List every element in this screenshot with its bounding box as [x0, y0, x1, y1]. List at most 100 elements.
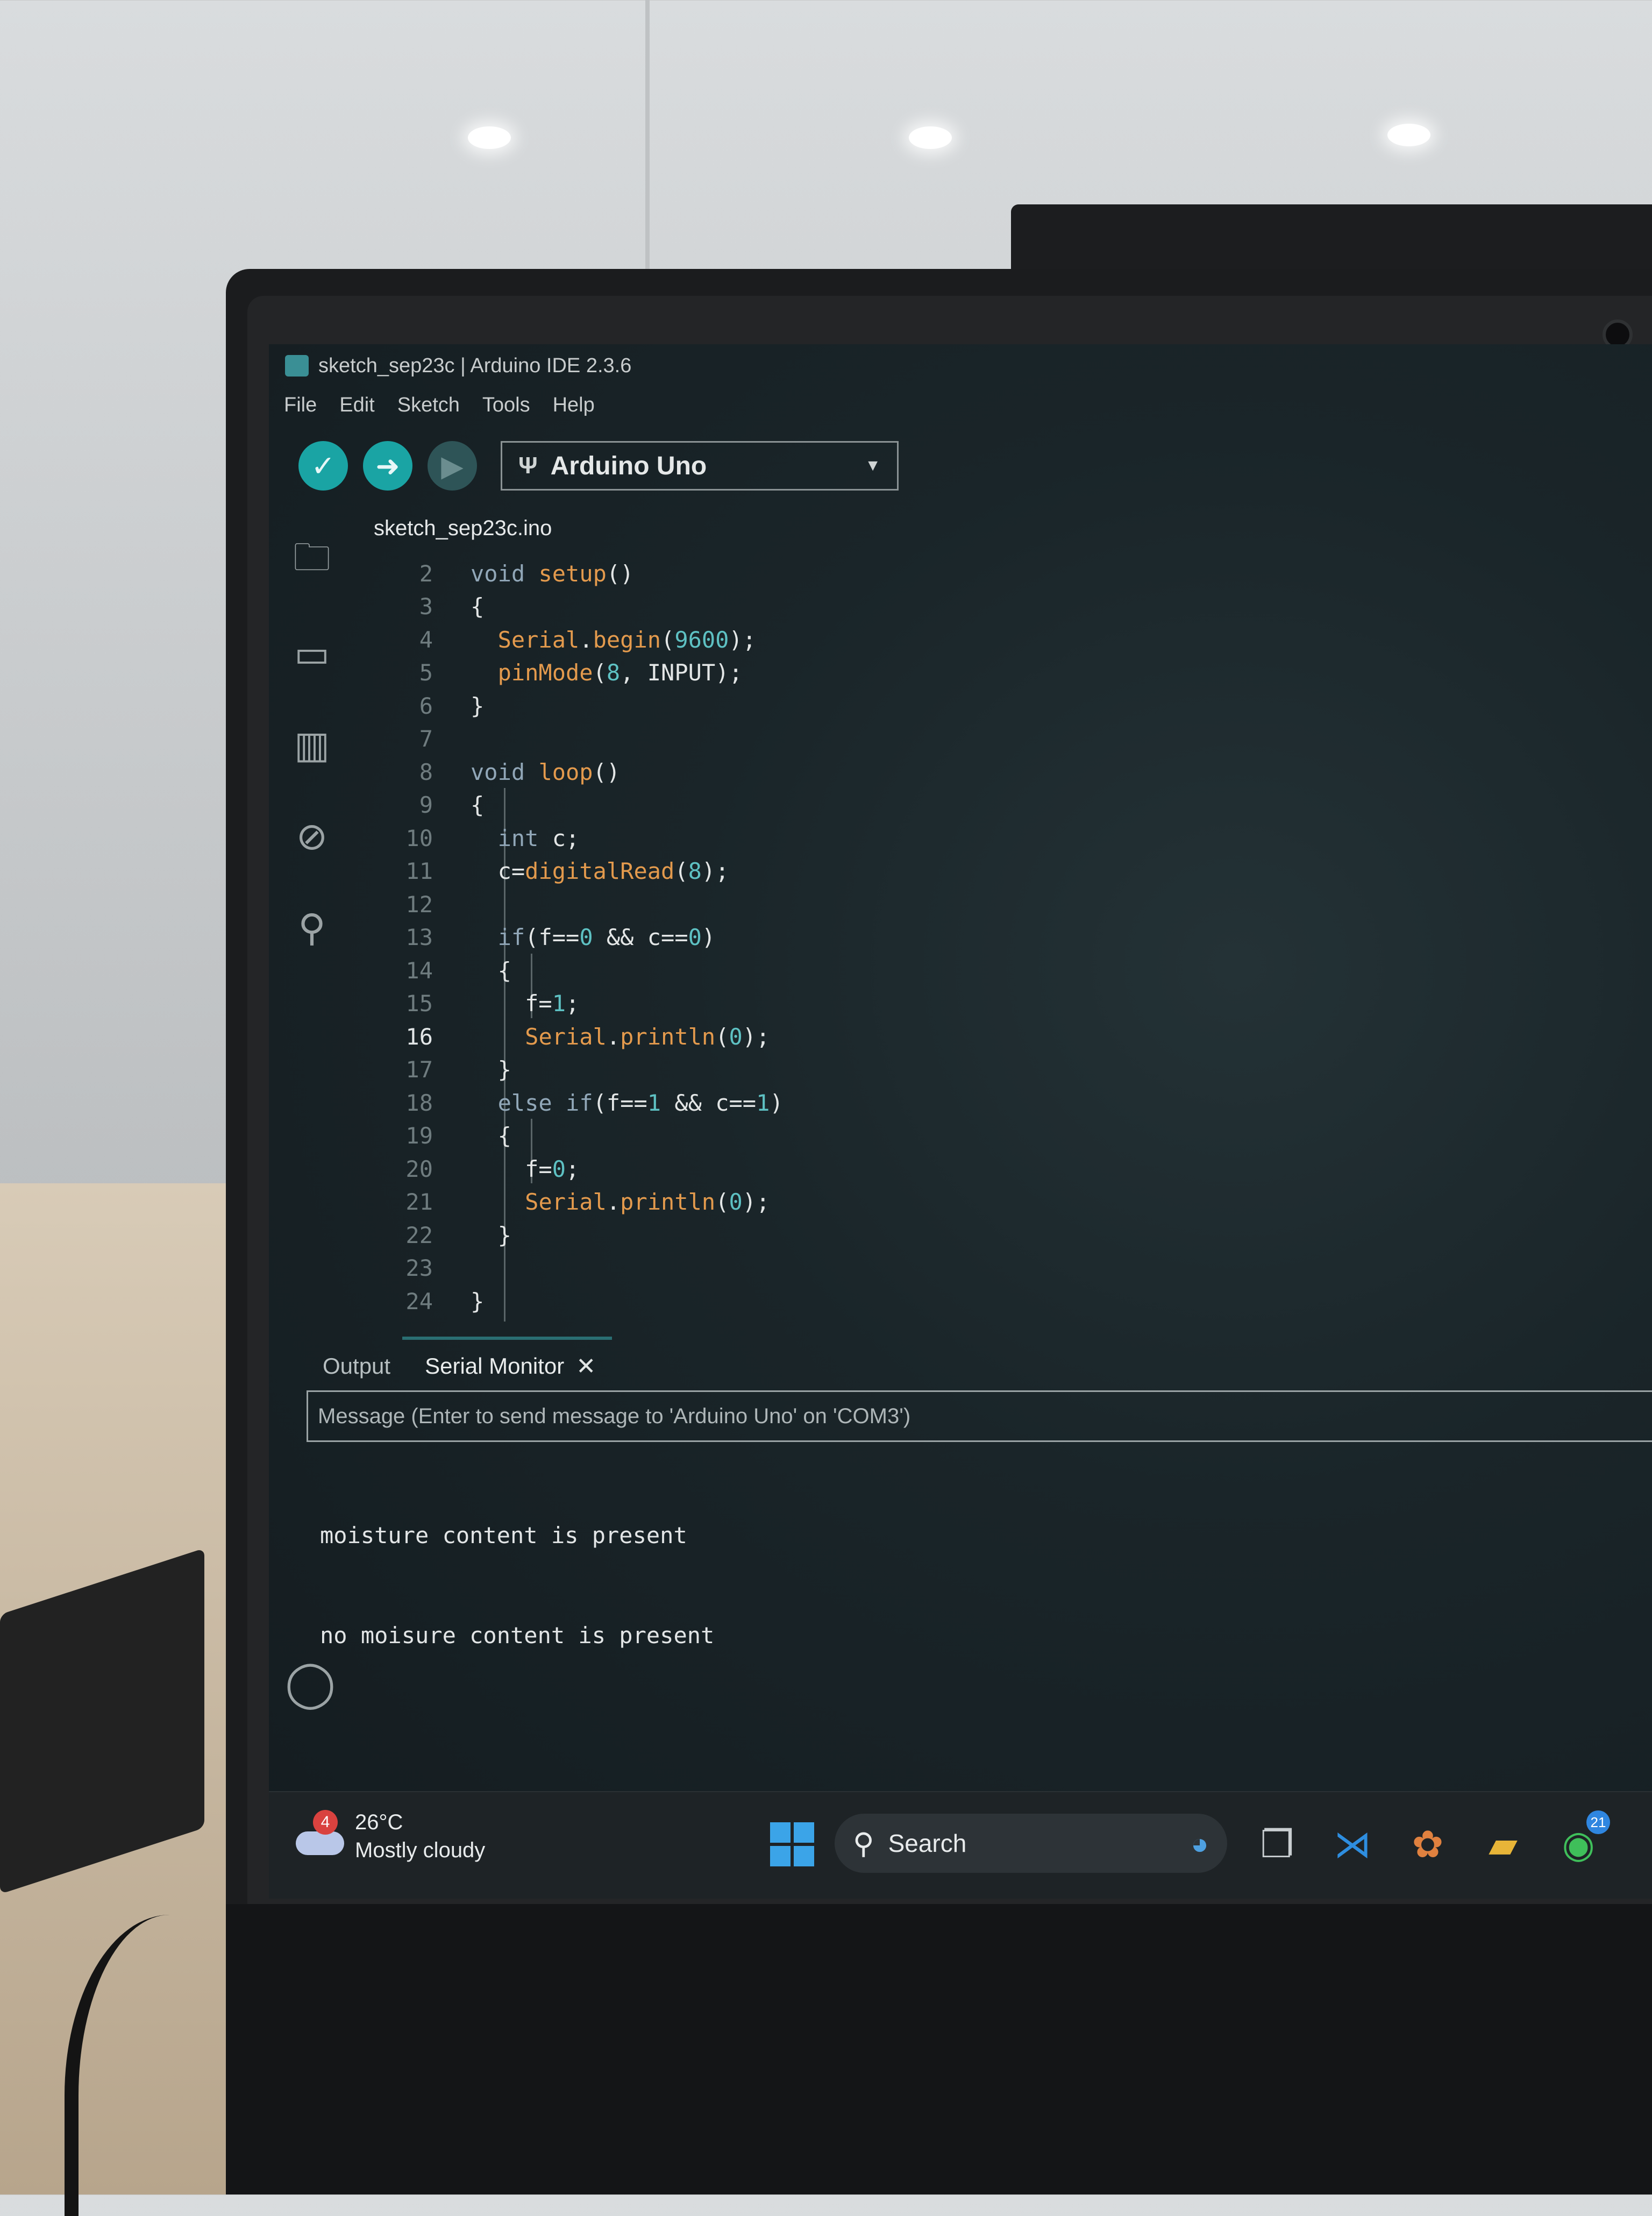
debug-panel-icon[interactable]: ⊘ [282, 791, 341, 882]
code-line[interactable]: 3{ [363, 590, 485, 623]
code-text: { [471, 1123, 511, 1149]
line-number: 8 [419, 758, 433, 785]
code-line[interactable]: 21 Serial.println(0); [363, 1185, 770, 1219]
code-text: else if(f==1 && c==1) [497, 1089, 784, 1116]
code-line[interactable]: 23 [363, 1252, 471, 1285]
vscode-icon[interactable]: ⋊ [1328, 1820, 1377, 1869]
code-line[interactable]: 19 { [363, 1119, 511, 1153]
code-text: } [471, 1056, 511, 1083]
code-text: Serial.println(0); [525, 1189, 770, 1215]
copilot-icon[interactable]: ✿ [1404, 1820, 1452, 1869]
arrow-right-icon: ➜ [375, 450, 400, 482]
check-icon: ✓ [311, 450, 336, 482]
serial-output: moisture content is present no moisure c… [320, 1452, 714, 1719]
file-tab[interactable]: sketch_sep23c.ino [374, 516, 552, 541]
board-manager-icon[interactable]: ▭ [282, 608, 341, 699]
windows-start-icon[interactable] [770, 1822, 814, 1866]
code-line[interactable]: 15 f=1; [363, 987, 579, 1020]
code-line[interactable]: 10 int c; [363, 821, 579, 855]
code-line[interactable]: 18 else if(f==1 && c==1) [363, 1086, 784, 1119]
code-line[interactable]: 17 } [363, 1053, 511, 1086]
screen: sketch_sep23c | Arduino IDE 2.3.6 File E… [269, 344, 1652, 1899]
arduino-app-icon [285, 355, 309, 377]
serial-output-line: moisture content is present [320, 1522, 687, 1549]
line-number: 21 [405, 1189, 433, 1215]
window-title: sketch_sep23c | Arduino IDE 2.3.6 [318, 354, 632, 377]
whatsapp-icon[interactable]: ◉ 21 [1554, 1810, 1610, 1869]
search-icon: ⚲ [853, 1827, 874, 1860]
code-text: f=1; [471, 990, 580, 1017]
menu-sketch[interactable]: Sketch [397, 394, 460, 417]
code-text: if(f==0 && c==0) [497, 924, 716, 950]
line-number: 19 [405, 1123, 433, 1149]
line-number: 9 [419, 792, 433, 818]
code-line[interactable]: 6} [363, 689, 485, 722]
code-line[interactable]: 24} [363, 1284, 484, 1318]
line-number: 18 [405, 1089, 433, 1116]
file-explorer-icon[interactable]: ▰ [1479, 1820, 1527, 1869]
code-text: void setup() [471, 560, 634, 587]
code-line[interactable]: 14 { [363, 954, 511, 987]
menu-tools[interactable]: Tools [482, 394, 530, 417]
upload-button[interactable]: ➜ [363, 441, 412, 491]
line-number: 12 [405, 891, 433, 918]
code-line[interactable]: 5 pinMode(8, INPUT); [363, 656, 743, 690]
weather-badge: 4 [313, 1810, 338, 1835]
search-label: Search [888, 1829, 967, 1857]
code-line[interactable]: 9{ [363, 789, 485, 822]
menu-file[interactable]: File [284, 394, 317, 417]
code-line[interactable]: 2 void setup() [363, 557, 634, 590]
folder-icon[interactable]: 🗀 [282, 516, 341, 608]
code-editor[interactable]: 2 void setup() 3{4 Serial.begin(9600); 5 pi… [363, 557, 1652, 1331]
code-line[interactable]: 20 f=0; [363, 1152, 579, 1185]
whatsapp-badge: 21 [1586, 1810, 1610, 1834]
code-line[interactable]: 8 void loop() [363, 755, 620, 789]
line-number: 4 [419, 626, 433, 653]
line-number: 6 [419, 692, 433, 719]
line-number: 24 [405, 1288, 433, 1315]
left-sidebar: 🗀 ▭ ▥ ⊘ ⚲ [282, 516, 341, 974]
usb-icon: Ψ [518, 452, 538, 479]
ceiling-light [909, 126, 952, 149]
code-line[interactable]: 7 [363, 722, 471, 756]
search-icon[interactable]: ⚲ [282, 882, 341, 974]
search-highlight-icon: ◕ [1191, 1826, 1209, 1860]
background-monitor [1011, 204, 1652, 280]
code-line[interactable]: 11 c=digitalRead(8); [363, 855, 729, 888]
board-selector[interactable]: Ψ Arduino Uno ▼ [501, 441, 899, 491]
code-text: { [471, 593, 485, 620]
code-line[interactable]: 12 [363, 887, 471, 921]
code-text: } [471, 1288, 485, 1315]
code-text: Serial.println(0); [525, 1023, 770, 1050]
debug-button[interactable]: ▶ [428, 441, 477, 491]
verify-button[interactable]: ✓ [298, 441, 348, 491]
tab-output[interactable]: Output [323, 1353, 390, 1379]
code-line[interactable]: 16 Serial.println(0); [363, 1020, 770, 1053]
windows-taskbar: 4 26°C Mostly cloudy ⚲ Search ◕ ❐ ⋊ ✿ ▰ … [269, 1791, 1652, 1899]
library-manager-icon[interactable]: ▥ [282, 699, 341, 791]
close-icon[interactable]: ✕ [576, 1353, 596, 1380]
code-line[interactable]: 13 if(f==0 && c==0) [363, 921, 715, 954]
code-text: Serial.begin(9600); [497, 626, 757, 653]
code-line[interactable]: 22 } [363, 1218, 511, 1252]
taskbar-search[interactable]: ⚲ Search ◕ [835, 1814, 1227, 1873]
menu-edit[interactable]: Edit [339, 394, 374, 417]
serial-message-input[interactable] [307, 1390, 1652, 1442]
panel-separator [402, 1337, 612, 1340]
weather-temp: 26°C [355, 1810, 403, 1834]
weather-widget[interactable]: 4 26°C Mostly cloudy [296, 1808, 485, 1864]
debug-icon: ▶ [441, 450, 464, 482]
code-text: int c; [497, 825, 580, 851]
task-view-icon[interactable]: ❐ [1253, 1820, 1301, 1869]
code-line[interactable]: 4 Serial.begin(9600); [363, 623, 756, 656]
code-text: } [471, 1221, 511, 1248]
tab-serial-monitor[interactable]: Serial Monitor ✕ [425, 1353, 596, 1380]
menu-help[interactable]: Help [553, 394, 595, 417]
line-number: 2 [419, 560, 433, 587]
line-number: 20 [405, 1155, 433, 1182]
line-number: 23 [405, 1255, 433, 1281]
ceiling-light [1387, 124, 1430, 146]
menu-bar: File Edit Sketch Tools Help [284, 394, 595, 417]
code-text: f=0; [471, 1155, 580, 1182]
line-number: 7 [419, 726, 433, 752]
